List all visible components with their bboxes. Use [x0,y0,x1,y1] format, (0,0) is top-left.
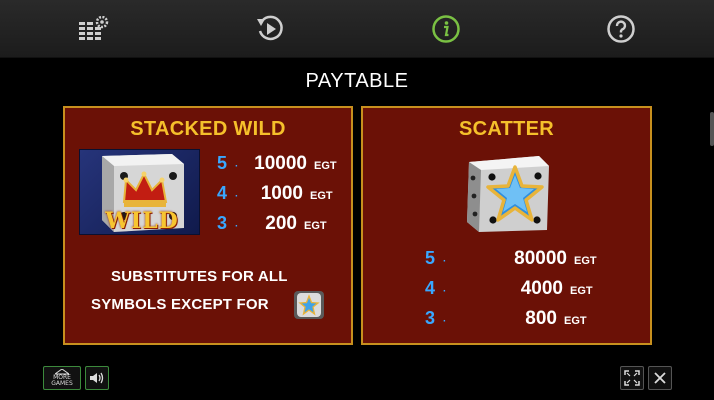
replay-icon[interactable] [252,11,288,47]
payout-dot: · [443,286,447,297]
payout-amount: 10000 [254,153,307,174]
substitutes-text: SUBSTITUTES FOR ALL [111,268,288,285]
payout-unit: EGT [564,315,587,327]
payout-unit: EGT [574,255,597,267]
payout-amount: 4000 [520,278,563,299]
scatter-panel: SCATTER 5 · 80000 EGT 4 · 4000 EGT 3 · 8… [361,106,652,345]
page-title: PAYTABLE [305,70,409,92]
payout-unit: EGT [314,160,337,172]
payout-amount: 80000 [514,248,567,269]
scrollbar[interactable] [710,112,714,146]
wild-payout-row: 5 · 10000 EGT [217,153,337,177]
payout-count: 4 [217,183,228,203]
scatter-payout-row: 3 · 800 EGT [425,308,587,332]
payout-count: 5 [425,248,436,268]
scatter-payout-row: 5 · 80000 EGT [425,248,597,272]
scatter-symbol [461,150,553,234]
payout-unit: EGT [304,220,327,232]
payout-count: 3 [425,308,436,328]
wild-payout-row: 4 · 1000 EGT [217,183,333,207]
fullscreen-icon [624,370,640,386]
stacked-wild-panel: STACKED WILD WILD 5 · 10000 EGT 4 · 1000 [63,106,353,345]
more-games-button[interactable]: MORE GAMES [43,366,81,390]
payout-amount: 200 [265,213,297,234]
top-toolbar [0,0,714,58]
scatter-heading: SCATTER [458,118,555,140]
more-games-label: GAMES [51,380,73,387]
payout-amount: 800 [525,308,557,329]
stacked-wild-heading: STACKED WILD [130,118,286,140]
payout-unit: EGT [310,190,333,202]
sound-button[interactable] [85,366,109,390]
payout-dot: · [235,161,239,172]
close-icon [654,372,666,384]
payout-unit: EGT [570,285,593,297]
wild-symbol: WILD [79,149,200,235]
speaker-icon [90,372,104,384]
payout-count: 5 [217,153,228,173]
settings-icon[interactable] [76,11,112,47]
help-icon[interactable] [603,11,639,47]
payout-dot: · [235,191,239,202]
payout-count: 4 [425,278,436,298]
wild-label: WILD [105,208,179,234]
payout-count: 3 [217,213,228,233]
payout-dot: · [443,256,447,267]
scatter-mini-icon [293,290,325,320]
fullscreen-button[interactable] [620,366,644,390]
scatter-payout-row: 4 · 4000 EGT [425,278,593,302]
payout-amount: 1000 [260,183,303,204]
payout-dot: · [443,316,447,327]
close-button[interactable] [648,366,672,390]
info-icon[interactable] [428,11,464,47]
wild-payout-row: 3 · 200 EGT [217,213,327,237]
payout-dot: · [235,221,239,232]
substitutes-text: SYMBOLS EXCEPT FOR [91,296,269,313]
